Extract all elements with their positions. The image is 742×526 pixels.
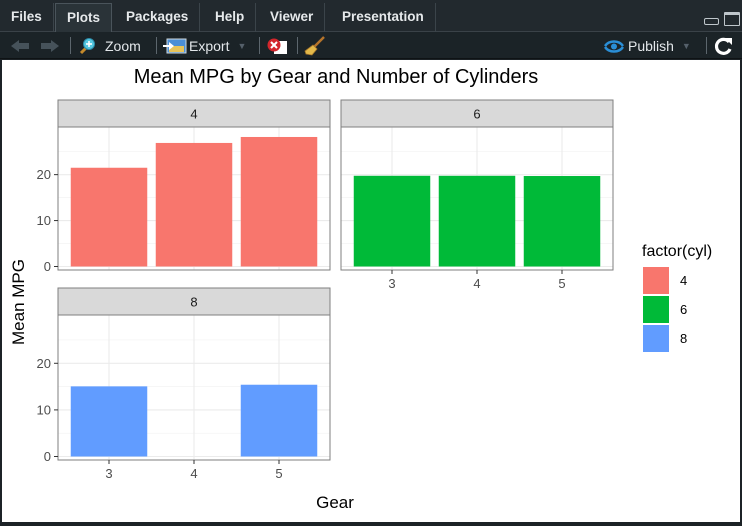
chart-title: Mean MPG by Gear and Number of Cylinders <box>134 66 539 88</box>
faceted-bar-chart: Mean MPG by Gear and Number of Cylinders… <box>9 66 712 512</box>
bar-gear-5-cyl-4 <box>240 136 318 267</box>
publish-dropdown-caret-icon[interactable]: ▼ <box>682 41 691 51</box>
toolbar-divider <box>259 37 260 54</box>
legend: factor(cyl) 4 6 8 <box>642 243 712 352</box>
bar-gear-3-cyl-6 <box>353 175 431 267</box>
bar-gear-5-cyl-8 <box>240 384 318 457</box>
tab-plots[interactable]: Plots <box>55 3 113 32</box>
arrow-left-icon <box>11 39 29 52</box>
legend-key-6 <box>643 296 669 323</box>
y-tick-label: 10 <box>37 402 51 417</box>
remove-plot-icon <box>267 38 287 54</box>
export-button[interactable]: Export ▼ <box>163 32 246 59</box>
publish-label: Publish <box>628 37 674 54</box>
x-tick-label: 5 <box>275 466 282 481</box>
legend-label-8: 8 <box>680 331 687 346</box>
export-label: Export <box>189 37 230 54</box>
minimize-pane-icon[interactable] <box>704 18 719 25</box>
tab-files[interactable]: Files <box>0 3 54 32</box>
legend-label-4: 4 <box>680 273 687 288</box>
plots-toolbar: Zoom Export ▼ Publish ▼ <box>0 32 742 59</box>
publish-button[interactable]: Publish ▼ <box>603 32 691 59</box>
bar-gear-4-cyl-4 <box>155 142 233 267</box>
y-tick-label: 20 <box>37 356 51 371</box>
export-image-icon <box>163 38 187 53</box>
tab-presentation[interactable]: Presentation <box>331 3 436 32</box>
facet-strip-label: 8 <box>190 295 197 310</box>
zoom-label: Zoom <box>105 37 141 54</box>
toolbar-divider <box>70 37 71 54</box>
y-tick-label: 20 <box>37 167 51 182</box>
facet-panel-cyl-8: 8 0 10 20 3 4 5 <box>37 287 331 481</box>
forward-button[interactable] <box>40 32 60 59</box>
tab-viewer[interactable]: Viewer <box>259 3 326 32</box>
y-axis-title: Mean MPG <box>9 259 28 345</box>
zoom-magnifier-icon <box>79 37 95 54</box>
rstudio-plots-pane: Files Plots Packages Help Viewer Present… <box>0 0 742 526</box>
broom-icon <box>304 35 325 55</box>
refresh-icon <box>714 37 732 55</box>
x-tick-label: 4 <box>190 466 197 481</box>
toolbar-divider <box>156 37 157 54</box>
facet-strip-label: 4 <box>190 107 197 122</box>
facet-panel-cyl-6: 6 3 4 5 <box>340 99 614 291</box>
bar-gear-3-cyl-8 <box>70 386 148 457</box>
publish-icon <box>603 39 625 53</box>
refresh-button[interactable] <box>713 32 733 59</box>
toolbar-divider <box>706 37 707 54</box>
bar-gear-3-cyl-4 <box>70 167 148 267</box>
pane-tab-bar: Files Plots Packages Help Viewer Present… <box>0 0 742 32</box>
x-axis-title: Gear <box>316 493 354 512</box>
arrow-right-icon <box>41 39 59 52</box>
x-tick-label: 4 <box>473 276 480 291</box>
legend-key-4 <box>643 267 669 294</box>
tab-help[interactable]: Help <box>204 3 257 32</box>
y-tick-label: 0 <box>44 449 51 464</box>
x-tick-label: 3 <box>388 276 395 291</box>
bar-gear-5-cyl-6 <box>523 176 601 267</box>
back-button[interactable] <box>10 32 30 59</box>
x-tick-label: 5 <box>558 276 565 291</box>
x-tick-label: 3 <box>105 466 112 481</box>
facet-panel-cyl-4: 4 0 10 20 <box>37 99 331 274</box>
maximize-pane-icon[interactable] <box>724 12 740 26</box>
export-dropdown-caret-icon[interactable]: ▼ <box>237 41 246 51</box>
legend-title: factor(cyl) <box>642 243 712 260</box>
clear-all-plots-button[interactable] <box>304 32 326 59</box>
zoom-button[interactable]: Zoom <box>78 32 141 59</box>
tab-packages[interactable]: Packages <box>115 3 201 32</box>
legend-label-6: 6 <box>680 302 687 317</box>
y-tick-label: 10 <box>37 213 51 228</box>
toolbar-divider <box>297 37 298 54</box>
legend-key-8 <box>643 325 669 352</box>
remove-plot-button[interactable] <box>266 32 288 59</box>
plot-canvas: Mean MPG by Gear and Number of Cylinders… <box>2 60 740 522</box>
bar-gear-4-cyl-6 <box>438 175 516 267</box>
facet-strip-label: 6 <box>473 107 480 122</box>
y-tick-label: 0 <box>44 259 51 274</box>
